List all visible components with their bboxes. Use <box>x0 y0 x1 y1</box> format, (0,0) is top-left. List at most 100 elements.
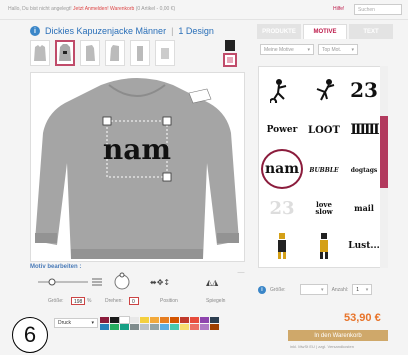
product-title[interactable]: Dickies Kapuzenjacke Männer <box>45 26 166 36</box>
motif-item[interactable]: mail <box>345 191 383 225</box>
figure-motif <box>278 233 286 259</box>
motif-item[interactable] <box>263 73 301 107</box>
rider-motif <box>270 79 287 103</box>
rotate-label: Drehen: <box>105 298 123 304</box>
size-label: Größe: <box>48 298 64 304</box>
color-swatch[interactable] <box>160 317 169 323</box>
motif-label: mail <box>354 203 374 213</box>
sort-value: Top Mot. <box>322 46 342 53</box>
motif-item[interactable]: 23 <box>345 73 383 107</box>
view-left[interactable] <box>80 40 100 66</box>
info-icon[interactable]: i <box>30 26 40 36</box>
motif-item[interactable]: 23 <box>263 191 301 225</box>
color-swatch[interactable] <box>170 324 179 330</box>
view-detail[interactable] <box>155 40 175 66</box>
welcome-message: Hallo, Du bist nicht angelegt! Jetzt Anm… <box>8 6 175 12</box>
chevron-down-icon: ▾ <box>321 286 324 293</box>
hoodie-back-icon <box>59 44 71 61</box>
figure-motif <box>320 233 328 259</box>
color-swatch[interactable] <box>140 317 149 323</box>
design-canvas[interactable]: nam <box>30 72 245 262</box>
motif-edit-heading: Motiv bearbeiten : <box>30 264 82 270</box>
motif-item[interactable] <box>263 229 301 263</box>
color-swatch[interactable] <box>190 317 199 323</box>
size-unit: % <box>87 298 92 304</box>
motif-item[interactable]: Lust... <box>345 229 383 263</box>
selected-color-chip <box>227 57 233 63</box>
hoodie-right-icon <box>110 45 119 61</box>
tab-motifs[interactable]: MOTIVE <box>303 24 347 39</box>
color-swatch[interactable] <box>100 324 109 330</box>
color-swatch[interactable] <box>110 324 119 330</box>
search-input[interactable]: Suchen <box>354 4 402 15</box>
help-link[interactable]: Hilfe! <box>333 6 344 12</box>
product-color-swatch[interactable] <box>225 40 235 51</box>
color-swatch[interactable] <box>160 324 169 330</box>
welcome-text: Hallo, Du bist nicht angelegt! <box>8 6 72 12</box>
tax-note: inkl. MwSt EU | zzgl. Versandkosten <box>290 344 354 349</box>
add-to-cart-button[interactable]: In den Warenkorb <box>288 330 388 341</box>
quantity-select[interactable]: 1 ▾ <box>352 284 373 295</box>
product-header: i Dickies Kapuzenjacke Männer | 1 Design <box>30 24 214 38</box>
gallery-scroll-thumb[interactable] <box>380 116 388 188</box>
cart-link[interactable]: Warenkorb <box>110 6 134 12</box>
view-back[interactable] <box>55 40 75 66</box>
motif-item[interactable]: IIIIII <box>345 113 383 147</box>
motif-item[interactable] <box>305 229 343 263</box>
motif-item-selected[interactable]: nam <box>261 149 303 189</box>
motif-label: IIIIII <box>350 122 379 138</box>
hoodie-front-icon <box>34 45 46 61</box>
view-front[interactable] <box>30 40 50 66</box>
mirror-label: Spiegeln <box>206 298 226 304</box>
color-swatch[interactable] <box>180 324 189 330</box>
motif-label: 23 <box>350 78 378 102</box>
position-label: Position <box>160 298 178 304</box>
motif-item[interactable]: dogtags <box>345 153 383 187</box>
motif-item[interactable]: BUBBLE <box>305 153 343 187</box>
color-swatch[interactable] <box>150 317 159 323</box>
color-swatch[interactable] <box>150 324 159 330</box>
color-swatch[interactable] <box>120 324 129 330</box>
control-icons: ⬌✥↕ ◭◮ <box>38 272 245 290</box>
tab-products[interactable]: PRODUKTE <box>257 24 301 39</box>
tab-text[interactable]: TEXT <box>349 24 393 39</box>
price: 53,90 € <box>344 312 381 324</box>
color-swatch[interactable] <box>100 317 109 323</box>
color-swatch[interactable] <box>200 317 209 323</box>
print-method-select[interactable]: Druck ▾ <box>54 318 98 328</box>
motif-item[interactable] <box>305 73 343 107</box>
sort-select[interactable]: Top Mot. ▾ <box>318 44 358 55</box>
view-right[interactable] <box>105 40 125 66</box>
color-swatch[interactable] <box>130 324 139 330</box>
motif-item[interactable]: LOOT <box>305 113 343 147</box>
color-swatch[interactable] <box>190 324 199 330</box>
color-swatch[interactable] <box>119 316 130 324</box>
color-swatch[interactable] <box>170 317 179 323</box>
color-swatch[interactable] <box>210 317 219 323</box>
size-select[interactable]: ▾ <box>299 284 328 295</box>
motif-label: 23 <box>269 197 295 219</box>
motif-item[interactable]: Power <box>263 113 301 147</box>
rotate-input[interactable]: 0 <box>129 297 139 305</box>
qty-value: 1 <box>356 286 360 293</box>
motif-item[interactable]: love slow <box>305 191 343 225</box>
category-select[interactable]: Meine Motive ▾ <box>260 44 314 55</box>
info-icon[interactable]: i <box>258 285 266 294</box>
view-sleeve[interactable] <box>130 40 150 66</box>
color-swatch[interactable] <box>180 317 189 323</box>
svg-text:◭◮: ◭◮ <box>206 278 219 287</box>
color-swatch[interactable] <box>130 317 139 323</box>
color-swatch[interactable] <box>210 324 219 330</box>
size-input[interactable]: 198 <box>71 297 85 305</box>
motif-gallery: 23 Power LOOT IIIIII nam BUBBLE dogtags … <box>258 66 388 268</box>
color-swatch[interactable] <box>140 324 149 330</box>
color-swatch[interactable] <box>200 324 209 330</box>
selected-color-swatch[interactable] <box>223 53 237 67</box>
chevron-down-icon: ▾ <box>351 46 354 53</box>
motif-label: BUBBLE <box>309 166 339 174</box>
login-link[interactable]: Jetzt Anmelden! <box>73 6 109 12</box>
qty-label: Anzahl: <box>331 286 349 293</box>
hoodie-detail-icon <box>161 48 169 59</box>
design-count[interactable]: 1 Design <box>178 26 214 36</box>
color-swatch[interactable] <box>110 317 119 323</box>
